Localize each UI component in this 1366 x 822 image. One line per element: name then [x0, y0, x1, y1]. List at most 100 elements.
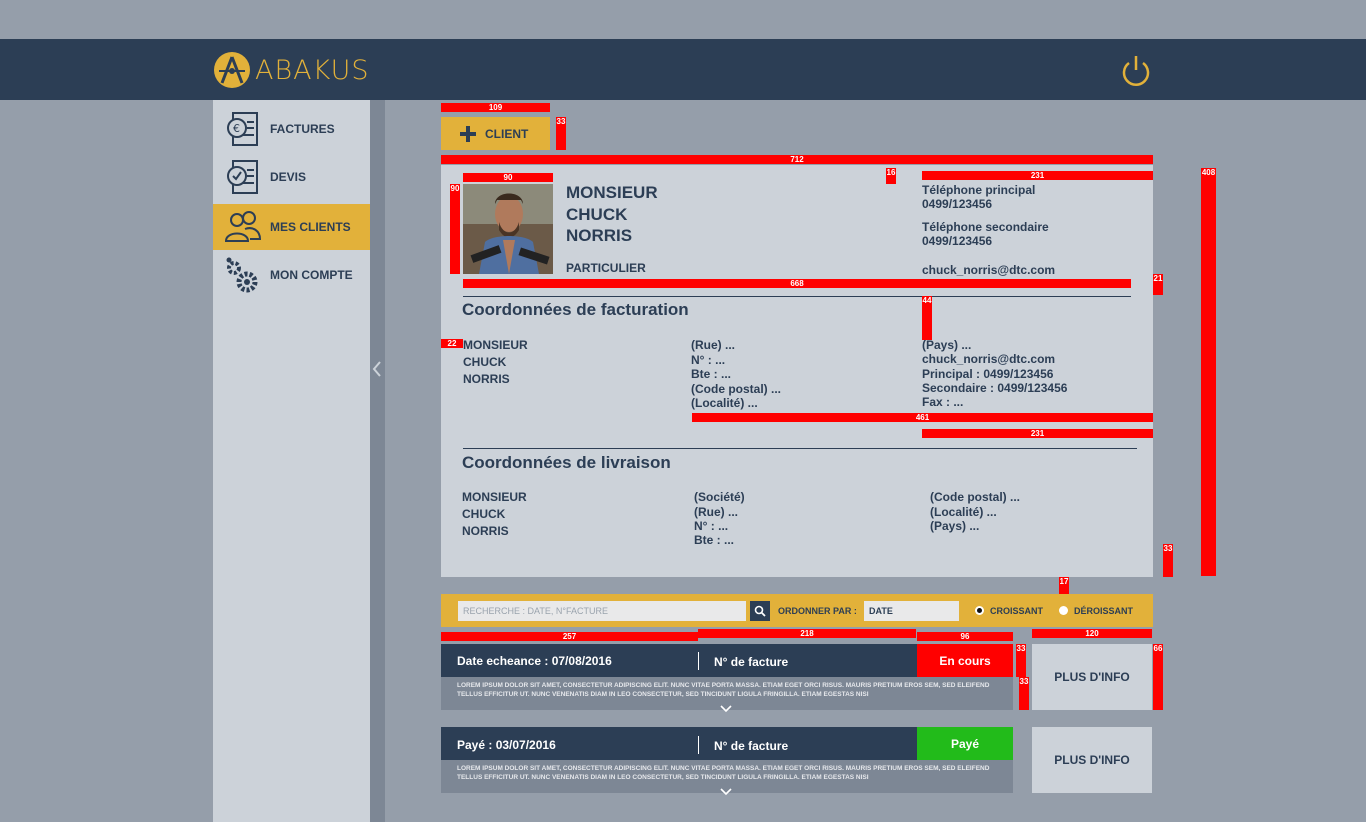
invoice-number: N° de facture [714, 655, 789, 669]
billing-address-line: (Rue) ... [691, 338, 735, 352]
delivery-name-line: MONSIEUR [462, 490, 527, 504]
search-input[interactable]: RECHERCHE : DATE, N°FACTURE [458, 601, 746, 621]
billing-contact-line: Fax : ... [922, 395, 964, 409]
billing-name-line: NORRIS [463, 372, 510, 386]
delivery-address-line: N° : ... [694, 519, 729, 533]
divider [698, 652, 699, 670]
dimension-marker: 33 [556, 117, 566, 150]
expand-button[interactable] [720, 700, 732, 718]
delivery-address-line: Bte : ... [694, 533, 735, 547]
invoice-description: LOREM IPSUM DOLOR SIT AMET, CONSECTETUR … [457, 765, 990, 781]
invoice-euro-icon: € [221, 109, 265, 149]
dimension-marker: 96 [917, 632, 1013, 641]
status-badge: En cours [917, 644, 1013, 677]
dimension-marker: 22 [441, 339, 463, 348]
gears-icon [221, 255, 265, 295]
delivery-extra-line: (Pays) ... [930, 519, 980, 533]
delivery-address-line: (Rue) ... [694, 505, 738, 519]
dimension-marker: 109 [441, 103, 550, 112]
sidebar-item-label: MON COMPTE [270, 268, 353, 282]
invoice-number: N° de facture [714, 739, 789, 753]
client-type: PARTICULIER [566, 261, 646, 275]
billing-contact-line: Secondaire : 0499/123456 [922, 381, 1068, 395]
dimension-marker: 231 [922, 171, 1153, 180]
invoice-date: Date echeance : 07/08/2016 [457, 654, 612, 668]
sidebar-item-label: DEVIS [270, 170, 307, 184]
client-photo [463, 184, 553, 274]
add-client-button[interactable]: CLIENT [441, 117, 550, 150]
collapse-sidebar-button[interactable] [372, 360, 382, 383]
status-badge: Payé [917, 727, 1013, 760]
invoice-date: Payé : 03/07/2016 [457, 738, 556, 752]
phone-primary-label: Téléphone principal [922, 183, 1036, 197]
delivery-extra-line: (Localité) ... [930, 505, 997, 519]
search-button[interactable] [750, 601, 770, 621]
divider [463, 448, 1137, 449]
sidebar-item-label: FACTURES [270, 122, 335, 136]
dimension-marker: 668 [463, 279, 1131, 288]
delivery-heading: Coordonnées de livraison [462, 453, 671, 472]
billing-address-line: (Localité) ... [691, 396, 758, 410]
billing-heading: Coordonnées de facturation [462, 300, 689, 319]
order-by-label: ORDONNER PAR : [778, 606, 857, 616]
phone-primary: 0499/123456 [922, 197, 993, 211]
dimension-marker: 90 [450, 184, 460, 274]
dimension-marker: 33 [1019, 677, 1029, 710]
delivery-name-line: CHUCK [462, 507, 506, 521]
billing-name-line: MONSIEUR [463, 338, 528, 352]
sidebar-item-devis[interactable]: DEVIS [213, 154, 370, 200]
billing-contact-line: (Pays) ... [922, 338, 972, 352]
client-email[interactable]: chuck_norris@dtc.com [922, 263, 1055, 277]
billing-address-line: N° : ... [691, 353, 726, 367]
more-info-button[interactable]: PLUS D'INFO [1032, 644, 1152, 710]
expand-button[interactable] [720, 783, 732, 801]
billing-address-line: Bte : ... [691, 367, 732, 381]
client-first-name: CHUCK [566, 205, 628, 224]
phone-secondary-label: Téléphone secondaire [922, 220, 1049, 234]
delivery-extra-line: (Code postal) ... [930, 490, 1020, 504]
power-icon [1122, 56, 1150, 86]
sidebar-item-factures[interactable]: € FACTURES [213, 106, 370, 152]
sort-desc-radio[interactable] [1059, 606, 1068, 615]
dimension-marker: 90 [463, 173, 553, 182]
app-logo[interactable]: ABAKUS [213, 50, 370, 90]
dimension-marker: 16 [886, 168, 896, 184]
dimension-marker: 66 [1153, 644, 1163, 710]
dimension-marker: 44 [922, 296, 932, 340]
client-title: MONSIEUR [566, 183, 658, 202]
dimension-marker: 257 [441, 632, 698, 641]
divider [698, 736, 699, 754]
sidebar-item-mes-clients[interactable]: MES CLIENTS [213, 204, 370, 250]
users-icon [221, 207, 265, 247]
sidebar: € FACTURES DEVIS MES CLIENTS MON COMPTE [213, 100, 370, 822]
app-name: ABAKUS [255, 54, 370, 86]
dimension-marker: 120 [1032, 629, 1152, 638]
more-info-button[interactable]: PLUS D'INFO [1032, 727, 1152, 793]
sidebar-item-mon-compte[interactable]: MON COMPTE [213, 252, 370, 298]
dimension-marker: 17 [1059, 577, 1069, 594]
dimension-marker: 21 [1153, 274, 1163, 295]
dimension-marker: 712 [441, 155, 1153, 164]
svg-text:€: € [233, 122, 240, 135]
search-icon [754, 605, 766, 617]
sort-desc-label[interactable]: DÉROISSANT [1074, 606, 1133, 616]
chevron-down-icon [720, 788, 732, 796]
billing-contact-line: chuck_norris@dtc.com [922, 352, 1056, 366]
power-button[interactable] [1118, 53, 1154, 94]
chevron-left-icon [372, 361, 381, 377]
sidebar-item-label: MES CLIENTS [270, 220, 351, 234]
dimension-marker: 33 [1163, 544, 1173, 577]
sort-asc-label[interactable]: CROISSANT [990, 606, 1043, 616]
dimension-marker: 408 [1201, 168, 1216, 576]
billing-name-line: CHUCK [463, 355, 507, 369]
billing-address-line: (Code postal) ... [691, 382, 781, 396]
dimension-marker: 33 [1016, 644, 1026, 677]
dimension-marker: 218 [698, 629, 916, 638]
order-by-select[interactable]: DATE [864, 601, 959, 621]
plus-icon [460, 125, 476, 142]
dimension-marker: 461 [692, 413, 1153, 422]
billing-contact-line: Principal : 0499/123456 [922, 367, 1054, 381]
add-client-label: CLIENT [485, 126, 529, 141]
sort-asc-radio[interactable] [975, 606, 984, 615]
sidebar-collapse-bar[interactable] [370, 100, 385, 822]
